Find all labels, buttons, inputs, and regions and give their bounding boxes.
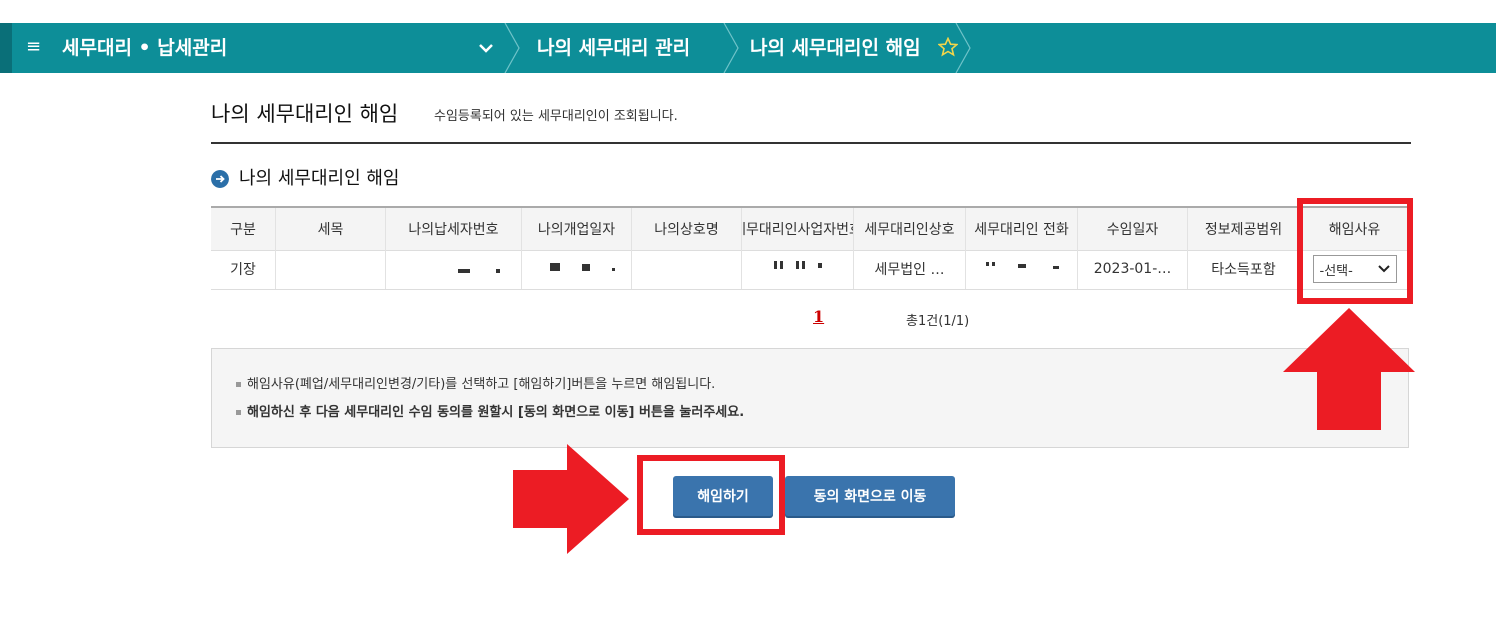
page-title: 나의 세무대리인 해임: [211, 102, 399, 126]
bullet-icon: [236, 410, 241, 415]
redacted-mark: [1018, 264, 1026, 268]
header-cell: 구분: [230, 222, 256, 238]
agent-phone-cell: [965, 249, 1077, 289]
up-arrow-icon: [1283, 308, 1415, 430]
page-number-link[interactable]: 1: [813, 307, 824, 326]
agent-firm-cell: 세무법인 …: [853, 249, 965, 289]
redacted-mark: [796, 261, 799, 269]
topbar-accent-strip: [0, 23, 12, 73]
redacted-mark: [774, 261, 777, 269]
highlight-box-dismiss: [637, 455, 785, 535]
redacted-mark: [1053, 266, 1059, 269]
open-date-cell: [521, 249, 631, 289]
total-count: 총1건(1/1): [906, 314, 970, 329]
type-cell: 기장: [230, 262, 256, 278]
redacted-mark: [496, 269, 500, 273]
header-cell: 세목: [275, 208, 385, 250]
brand-title[interactable]: 세무대리 • 납세관리: [62, 35, 227, 61]
breadcrumb-my-tax-agent[interactable]: 나의 세무대리 관리: [537, 35, 690, 61]
header-cell: 수임일자: [1077, 208, 1187, 250]
notice-text: 해임사유(폐업/세무대리인변경/기타)를 선택하고 [해임하기]버튼을 누르면 …: [247, 377, 716, 392]
redacted-mark: [458, 269, 470, 273]
accept-date-cell: 2023-01-…: [1077, 249, 1187, 289]
redacted-mark: [550, 263, 560, 271]
redacted-mark: [582, 264, 590, 271]
business-name-cell: [631, 249, 741, 289]
redacted-mark: [612, 268, 615, 271]
breadcrumb-separator-icon: [723, 23, 739, 73]
redacted-mark: [992, 262, 995, 266]
page-description: 수임등록되어 있는 세무대리인이 조회됩니다.: [434, 109, 678, 124]
bullet-icon: [236, 382, 241, 387]
redacted-mark: [780, 261, 783, 269]
right-arrow-icon: [513, 444, 629, 554]
notice-line: 해임사유(폐업/세무대리인변경/기타)를 선택하고 [해임하기]버튼을 누르면 …: [236, 373, 715, 392]
tax-item-cell: [275, 249, 385, 289]
highlight-box-reason: [1297, 198, 1413, 304]
header-cell: 나의납세자번호: [385, 208, 521, 250]
header-cell: 정보제공범위: [1187, 208, 1299, 250]
table-header-row: 구분 세목 나의납세자번호 나의개업일자 나의상호명 세무대리인사업자번호 세무…: [211, 206, 1409, 251]
redacted-mark: [986, 262, 989, 266]
redacted-mark: [818, 263, 822, 268]
agent-bizno-cell: [741, 249, 853, 289]
header-cell: 세무대리인상호: [853, 208, 965, 250]
notice-box: 해임사유(폐업/세무대리인변경/기타)를 선택하고 [해임하기]버튼을 누르면 …: [211, 348, 1409, 448]
go-to-consent-button[interactable]: 동의 화면으로 이동: [785, 476, 955, 516]
section-title: 나의 세무대리인 해임: [239, 168, 400, 189]
breadcrumb-dismiss-agent[interactable]: 나의 세무대리인 해임: [750, 35, 921, 61]
header-cell: 나의개업일자: [521, 208, 631, 250]
title-divider: [211, 142, 1411, 144]
notice-text: 해임하신 후 다음 세무대리인 수임 동의를 원할시 [동의 화면으로 이동] …: [247, 405, 745, 420]
breadcrumb-separator-icon: [955, 23, 971, 73]
taxpayer-number-cell: [385, 249, 521, 289]
breadcrumb-separator-icon: [504, 23, 520, 73]
scope-cell: 타소득포함: [1187, 249, 1299, 289]
table-row: 기장 세무법인 … 2023-01-… 타소득포함 -선택-: [211, 249, 1409, 290]
header-cell: 나의상호명: [631, 208, 741, 250]
redacted-mark: [802, 261, 805, 269]
top-navigation-bar: ≡ 세무대리 • 납세관리 나의 세무대리 관리 나의 세무대리인 해임: [0, 23, 1496, 73]
header-cell: 세무대리인사업자번호: [741, 208, 853, 250]
notice-line: 해임하신 후 다음 세무대리인 수임 동의를 원할시 [동의 화면으로 이동] …: [236, 401, 744, 420]
header-cell: 세무대리인 전화: [965, 208, 1077, 250]
arrow-circle-icon: [211, 170, 229, 188]
chevron-down-icon[interactable]: [476, 35, 496, 61]
menu-icon[interactable]: ≡: [26, 36, 48, 58]
